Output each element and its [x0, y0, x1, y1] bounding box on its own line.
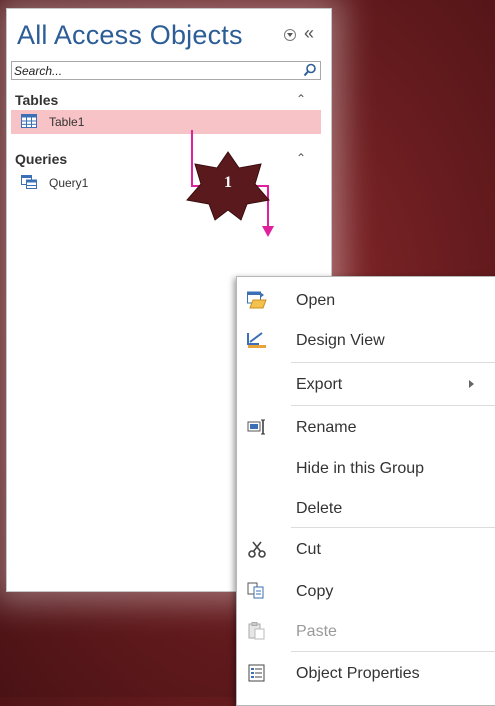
menu-separator	[291, 405, 495, 406]
list-item-table1[interactable]: Table1	[11, 110, 321, 134]
menu-label: Delete	[296, 500, 343, 517]
menu-item-export[interactable]: Export	[237, 367, 495, 401]
menu-separator	[291, 651, 495, 652]
step-number: 1	[224, 174, 232, 191]
table-icon	[21, 114, 37, 128]
menu-item-object-properties[interactable]: Object Properties	[237, 656, 495, 690]
copy-icon	[247, 582, 264, 599]
menu-label: Hide in this Group	[296, 460, 425, 477]
pane-title[interactable]: All Access Objects	[17, 20, 243, 51]
properties-icon	[248, 664, 265, 682]
menu-item-design-view[interactable]: Design View	[237, 323, 495, 357]
search-icon[interactable]	[303, 63, 317, 77]
open-icon	[247, 291, 267, 309]
menu-item-rename[interactable]: Rename	[237, 410, 495, 444]
menu-separator	[291, 362, 495, 363]
menu-label: Cut	[296, 541, 321, 558]
menu-label: Open	[296, 292, 336, 309]
menu-label: Object Properties	[296, 665, 420, 682]
menu-separator	[291, 527, 495, 528]
group-header-tables[interactable]: Tables ⌃	[11, 90, 321, 110]
item-label: Query1	[49, 176, 89, 190]
context-menu: Open Design View Export Rename Hide in t…	[236, 276, 495, 706]
group-header-queries[interactable]: Queries ⌃	[11, 149, 321, 169]
pane-menu-dropdown-icon[interactable]	[284, 29, 296, 41]
menu-item-cut[interactable]: Cut	[237, 532, 495, 566]
menu-label: Rename	[296, 419, 357, 436]
menu-item-open[interactable]: Open	[237, 283, 495, 317]
group-label-tables: Tables	[15, 92, 59, 108]
scissors-icon	[248, 541, 266, 558]
menu-item-copy[interactable]: Copy	[237, 574, 495, 608]
menu-label: Export	[296, 376, 343, 393]
rename-icon	[247, 419, 265, 435]
design-view-icon	[247, 332, 266, 348]
menu-item-hide-in-group[interactable]: Hide in this Group	[237, 451, 495, 485]
menu-item-paste[interactable]: Paste	[237, 614, 495, 648]
menu-item-delete[interactable]: Delete	[237, 491, 495, 525]
list-item-query1[interactable]: Query1	[11, 171, 321, 195]
group-label-queries: Queries	[15, 151, 68, 167]
search-input[interactable]	[14, 62, 294, 79]
menu-label: Copy	[296, 583, 334, 600]
query-icon	[21, 175, 37, 189]
collapse-chevron-icon[interactable]: ⌃	[296, 151, 306, 165]
submenu-arrow-icon	[469, 380, 474, 388]
arrow-down-icon	[262, 226, 274, 237]
paste-icon	[248, 622, 265, 640]
item-label: Table1	[49, 115, 85, 129]
menu-label: Design View	[296, 332, 385, 349]
search-box	[11, 61, 321, 80]
shutter-bar-collapse-icon[interactable]: «	[304, 23, 314, 44]
collapse-chevron-icon[interactable]: ⌃	[296, 92, 306, 106]
step-badge: 1	[185, 150, 271, 222]
menu-label: Paste	[296, 623, 337, 640]
